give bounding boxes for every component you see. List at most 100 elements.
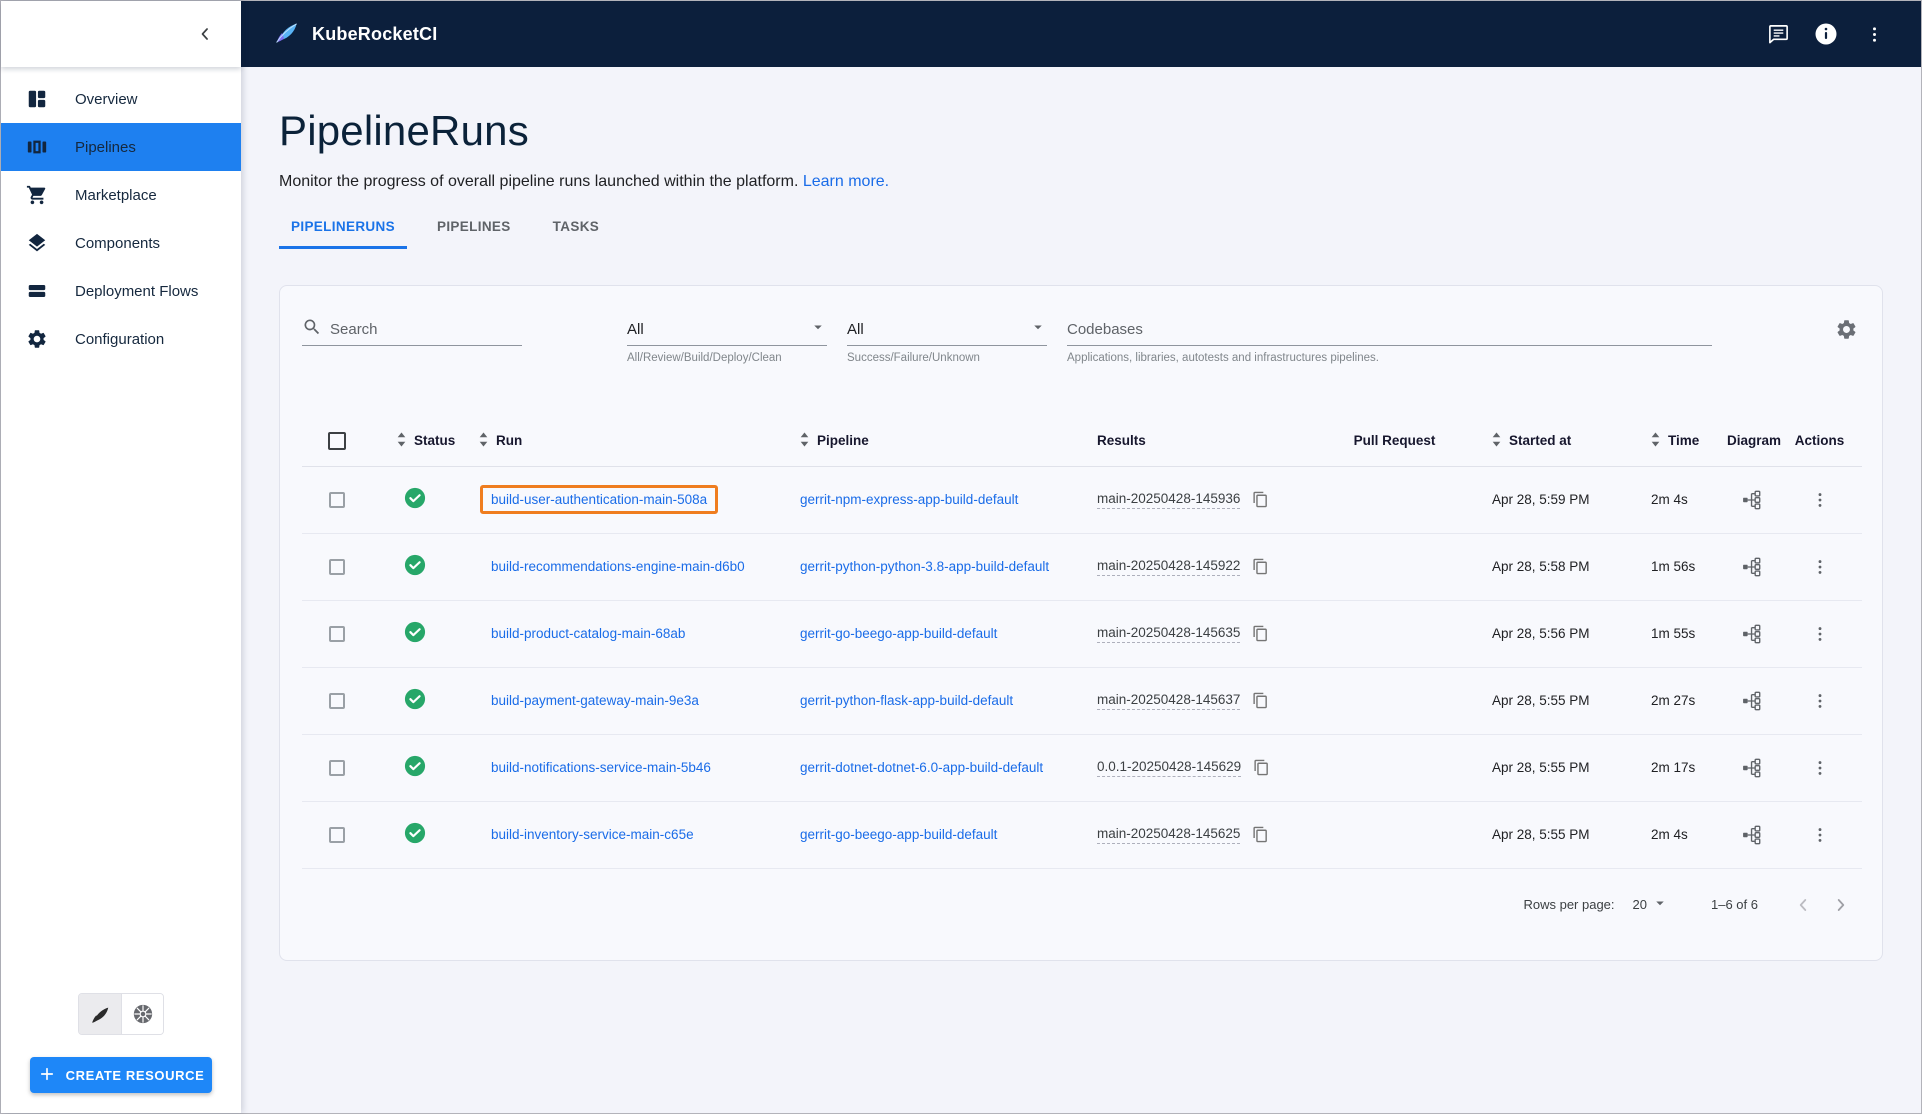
codebases-field[interactable]: Codebases Applications, libraries, autot… xyxy=(1067,314,1712,364)
deployment-flows-icon xyxy=(25,279,49,303)
status-select[interactable]: All Success/Failure/Unknown xyxy=(847,314,1047,364)
time-cell: 2m 4s xyxy=(1637,466,1727,533)
row-checkbox[interactable] xyxy=(329,492,345,508)
row-checkbox[interactable] xyxy=(329,626,345,642)
column-header-pipeline[interactable]: Pipeline xyxy=(782,416,1077,466)
result-link[interactable]: main-20250428-145635 xyxy=(1097,625,1240,643)
tab-pipelines[interactable]: PIPELINES xyxy=(425,219,523,249)
copy-icon[interactable] xyxy=(1252,692,1269,709)
sort-icon[interactable] xyxy=(800,432,809,450)
table-settings-icon[interactable] xyxy=(1835,318,1858,344)
run-link[interactable]: build-notifications-service-main-5b46 xyxy=(491,760,711,775)
run-link[interactable]: build-inventory-service-main-c65e xyxy=(491,827,694,842)
row-checkbox[interactable] xyxy=(329,693,345,709)
result-link[interactable]: 0.0.1-20250428-145629 xyxy=(1097,759,1241,777)
create-resource-label: CREATE RESOURCE xyxy=(66,1068,205,1083)
result-link[interactable]: main-20250428-145922 xyxy=(1097,558,1240,576)
copy-icon[interactable] xyxy=(1253,759,1270,776)
table-row: build-recommendations-engine-main-d6b0 ge… xyxy=(302,533,1862,600)
run-link[interactable]: build-product-catalog-main-68ab xyxy=(491,626,685,641)
row-actions-menu-icon[interactable] xyxy=(1810,758,1830,778)
copy-icon[interactable] xyxy=(1252,491,1269,508)
diagram-icon[interactable] xyxy=(1742,557,1762,577)
column-header-run[interactable]: Run xyxy=(457,416,782,466)
started-at-cell: Apr 28, 5:56 PM xyxy=(1457,600,1637,667)
feedback-icon[interactable] xyxy=(1757,13,1799,55)
next-page-icon[interactable] xyxy=(1830,894,1852,916)
row-checkbox[interactable] xyxy=(329,827,345,843)
sidebar-item-label: Configuration xyxy=(75,331,164,348)
pipeline-link[interactable]: gerrit-npm-express-app-build-default xyxy=(800,492,1018,507)
previous-page-icon[interactable] xyxy=(1792,894,1814,916)
pipeline-link[interactable]: gerrit-go-beego-app-build-default xyxy=(800,626,997,641)
started-at-cell: Apr 28, 5:55 PM xyxy=(1457,801,1637,868)
row-actions-menu-icon[interactable] xyxy=(1810,624,1830,644)
sort-icon[interactable] xyxy=(479,432,488,450)
diagram-icon[interactable] xyxy=(1742,691,1762,711)
overflow-menu-icon[interactable] xyxy=(1853,13,1895,55)
result-link[interactable]: main-20250428-145637 xyxy=(1097,692,1240,710)
sort-icon[interactable] xyxy=(1492,432,1501,450)
column-label: Diagram xyxy=(1727,433,1781,448)
row-actions-menu-icon[interactable] xyxy=(1810,557,1830,577)
row-checkbox[interactable] xyxy=(329,760,345,776)
run-link[interactable]: build-user-authentication-main-508a xyxy=(491,492,707,507)
sidebar-item-pipelines[interactable]: Pipelines xyxy=(1,123,241,171)
kuberocketci-view-toggle[interactable] xyxy=(79,994,121,1034)
tab-tasks[interactable]: TASKS xyxy=(541,219,612,249)
result-link[interactable]: main-20250428-145625 xyxy=(1097,826,1240,844)
row-checkbox[interactable] xyxy=(329,559,345,575)
kubernetes-view-toggle[interactable] xyxy=(121,994,163,1034)
diagram-icon[interactable] xyxy=(1742,490,1762,510)
copy-icon[interactable] xyxy=(1252,826,1269,843)
copy-icon[interactable] xyxy=(1252,558,1269,575)
column-header-status[interactable]: Status xyxy=(372,416,457,466)
collapse-sidebar-button[interactable] xyxy=(195,24,215,44)
select-all-checkbox[interactable] xyxy=(328,432,346,450)
run-link[interactable]: build-recommendations-engine-main-d6b0 xyxy=(491,559,745,574)
sidebar-item-marketplace[interactable]: Marketplace xyxy=(1,171,241,219)
row-actions-menu-icon[interactable] xyxy=(1810,490,1830,510)
diagram-icon[interactable] xyxy=(1742,825,1762,845)
sidebar-item-overview[interactable]: Overview xyxy=(1,75,241,123)
search-input[interactable] xyxy=(322,321,522,338)
sidebar-item-label: Marketplace xyxy=(75,187,157,204)
row-actions-menu-icon[interactable] xyxy=(1810,825,1830,845)
table-row: build-notifications-service-main-5b46 ger… xyxy=(302,734,1862,801)
tab-pipelineruns[interactable]: PIPELINERUNS xyxy=(279,219,407,249)
column-header-select xyxy=(302,416,372,466)
pipeline-link[interactable]: gerrit-python-python-3.8-app-build-defau… xyxy=(800,559,1049,574)
plus-icon xyxy=(38,1065,56,1086)
sort-icon[interactable] xyxy=(1651,432,1660,450)
copy-icon[interactable] xyxy=(1252,625,1269,642)
column-header-started-at[interactable]: Started at xyxy=(1457,416,1637,466)
sidebar-item-deployment-flows[interactable]: Deployment Flows xyxy=(1,267,241,315)
sort-icon[interactable] xyxy=(397,432,406,450)
diagram-icon[interactable] xyxy=(1742,624,1762,644)
result-link[interactable]: main-20250428-145936 xyxy=(1097,491,1240,509)
column-header-time[interactable]: Time xyxy=(1637,416,1727,466)
run-link[interactable]: build-payment-gateway-main-9e3a xyxy=(491,693,699,708)
pipelines-icon xyxy=(25,135,49,159)
pipelineruns-table: StatusRunPipelineResultsPull RequestStar… xyxy=(302,416,1862,869)
sidebar-item-label: Overview xyxy=(75,91,138,108)
info-icon[interactable] xyxy=(1805,13,1847,55)
row-actions-menu-icon[interactable] xyxy=(1810,691,1830,711)
column-label: Pull Request xyxy=(1354,433,1436,448)
pipeline-link[interactable]: gerrit-go-beego-app-build-default xyxy=(800,827,997,842)
pipeline-link[interactable]: gerrit-dotnet-dotnet-6.0-app-build-defau… xyxy=(800,760,1043,775)
sidebar-item-label: Deployment Flows xyxy=(75,283,198,300)
sidebar-item-components[interactable]: Components xyxy=(1,219,241,267)
learn-more-link[interactable]: Learn more. xyxy=(803,173,889,190)
rows-per-page-select[interactable]: 20 xyxy=(1633,894,1669,915)
column-header-actions: Actions xyxy=(1777,416,1862,466)
page-title: PipelineRuns xyxy=(279,107,1921,155)
pipeline-type-select[interactable]: All All/Review/Build/Deploy/Clean xyxy=(627,314,827,364)
table-row: build-user-authentication-main-508a gerri… xyxy=(302,466,1862,533)
create-resource-button[interactable]: CREATE RESOURCE xyxy=(30,1057,212,1093)
time-cell: 2m 4s xyxy=(1637,801,1727,868)
time-cell: 2m 27s xyxy=(1637,667,1727,734)
sidebar-item-configuration[interactable]: Configuration xyxy=(1,315,241,363)
pipeline-link[interactable]: gerrit-python-flask-app-build-default xyxy=(800,693,1013,708)
diagram-icon[interactable] xyxy=(1742,758,1762,778)
